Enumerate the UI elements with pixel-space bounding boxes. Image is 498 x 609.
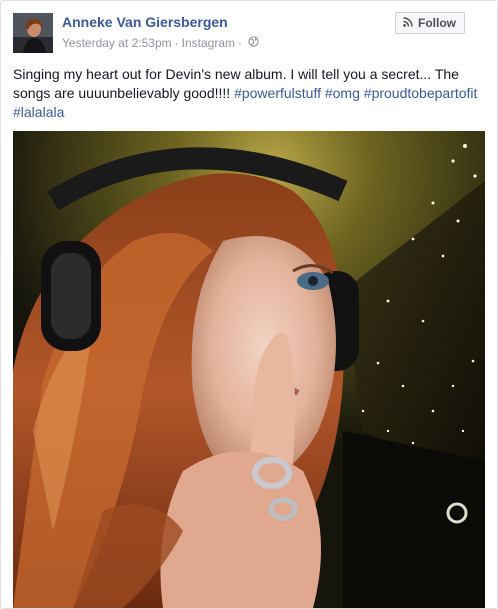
hashtag-link[interactable]: #lalalala (13, 104, 64, 120)
meta-separator-2: · (238, 36, 242, 50)
follow-button-label: Follow (418, 16, 456, 30)
post-text: Singing my heart out for Devin's new alb… (13, 65, 487, 122)
post-card: Anneke Van Giersbergen Yesterday at 2:53… (0, 0, 498, 609)
post-photo[interactable] (13, 131, 485, 608)
post-meta: Yesterday at 2:53pm · Instagram · (62, 36, 259, 50)
author-name-link[interactable]: Anneke Van Giersbergen (62, 14, 228, 30)
hashtag-link[interactable]: #proudtobepartofit (364, 85, 478, 101)
avatar[interactable] (13, 13, 53, 53)
follow-button[interactable]: Follow (395, 12, 465, 34)
meta-separator: · (174, 36, 179, 50)
hashtag-link[interactable]: #omg (325, 85, 360, 101)
timestamp-link[interactable]: Yesterday at 2:53pm (62, 36, 172, 50)
hashtag-link[interactable]: #powerfulstuff (234, 85, 321, 101)
rss-icon (403, 16, 413, 30)
globe-icon[interactable] (248, 36, 259, 50)
source-label: Instagram (181, 36, 235, 50)
